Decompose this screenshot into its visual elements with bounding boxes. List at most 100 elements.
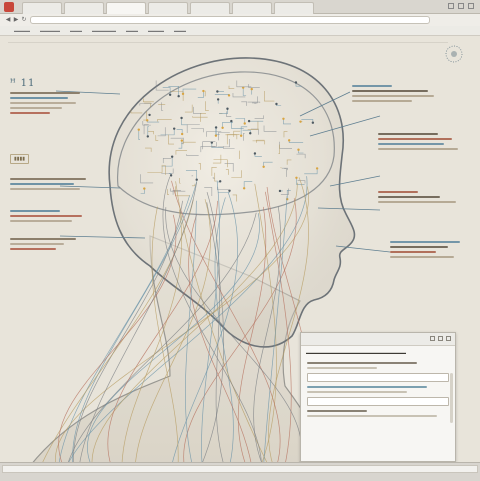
- minimize-icon[interactable]: [448, 3, 454, 9]
- circuit-node: [181, 139, 183, 141]
- right-annotation-4: [390, 238, 466, 261]
- back-icon[interactable]: ◀: [4, 16, 12, 24]
- circuit-node: [217, 98, 219, 100]
- note-line: [390, 241, 460, 243]
- bookmark[interactable]: ▬▬▬▬▬▬: [92, 26, 116, 35]
- circuit-node: [244, 122, 246, 124]
- circuit-node: [251, 88, 253, 90]
- circuit-node: [295, 177, 297, 179]
- note-line: [10, 215, 82, 217]
- note-line: [378, 191, 418, 193]
- compass-icon: [442, 42, 466, 66]
- tab-5[interactable]: [190, 2, 230, 14]
- popup-heading: ▬▬▬▬▬▬▬▬▬▬▬▬▬▬▬▬▬▬▬▬▬▬▬▬▬: [301, 346, 455, 359]
- circuit-node: [180, 117, 182, 119]
- note-line: [10, 220, 72, 222]
- tag-box: ▮▮▮▮: [10, 154, 29, 164]
- circuit-node: [146, 119, 148, 121]
- popup-line: [307, 367, 377, 369]
- circuit-node: [182, 93, 184, 95]
- circuit-node: [143, 187, 145, 189]
- circuit-node: [147, 135, 149, 137]
- note-line: [390, 246, 448, 248]
- circuit-node: [202, 90, 204, 92]
- status-bar: [0, 462, 480, 481]
- circuit-node: [138, 128, 140, 130]
- horizontal-scrollbar[interactable]: [2, 465, 478, 473]
- note-line: [10, 238, 76, 240]
- circuit-node: [254, 152, 256, 154]
- note-line: [352, 85, 392, 87]
- tab-4[interactable]: [148, 2, 188, 14]
- popup-titlebar[interactable]: [301, 333, 455, 346]
- right-annotation-3: [378, 188, 458, 206]
- tab-6[interactable]: [232, 2, 272, 14]
- circuit-node: [219, 180, 221, 182]
- note-line: [390, 251, 436, 253]
- popup-scrollbar[interactable]: [450, 373, 453, 423]
- circuit-node: [216, 90, 218, 92]
- tab-1[interactable]: [22, 2, 62, 14]
- reference-mark: ꟸ 11: [10, 78, 100, 89]
- address-bar[interactable]: [30, 16, 430, 24]
- note-line: [10, 243, 64, 245]
- note-line: [352, 95, 434, 97]
- popup-line: [307, 386, 427, 388]
- popup-line: [307, 410, 367, 412]
- circuit-node: [181, 133, 183, 135]
- circuit-node: [196, 178, 198, 180]
- circuit-node: [295, 81, 297, 83]
- note-line: [378, 196, 440, 198]
- reload-icon[interactable]: ↻: [20, 16, 28, 24]
- circuit-node: [299, 120, 301, 122]
- note-line: [352, 100, 412, 102]
- minimize-icon[interactable]: [430, 336, 435, 341]
- tab-3[interactable]: [106, 2, 146, 14]
- bookmark[interactable]: ▬▬▬: [70, 26, 82, 35]
- note-line: [10, 210, 60, 212]
- left-annotations: ꟸ 11 ▮▮▮▮: [10, 78, 100, 253]
- close-icon[interactable]: [446, 336, 451, 341]
- note-line: [10, 107, 62, 109]
- bookmark[interactable]: ▬▬▬▬: [148, 26, 164, 35]
- note-line: [390, 256, 454, 258]
- circuit-node: [282, 118, 284, 120]
- note-line: [352, 90, 428, 92]
- circuit-node: [249, 132, 251, 134]
- circuit-node: [297, 149, 299, 151]
- circuit-node: [316, 167, 318, 169]
- circuit-node: [226, 108, 228, 110]
- bookmark[interactable]: ▬▬▬▬▬: [40, 26, 60, 35]
- circuit-node: [221, 127, 223, 129]
- circuit-node: [262, 166, 264, 168]
- bookmark[interactable]: ▬▬▬: [126, 26, 138, 35]
- app-window: ◀ ▶ ↻ ▬▬▬▬ ▬▬▬▬▬ ▬▬▬ ▬▬▬▬▬▬ ▬▬▬ ▬▬▬▬ ▬▬▬: [0, 0, 480, 480]
- popup-field[interactable]: [307, 397, 449, 406]
- tab-2[interactable]: [64, 2, 104, 14]
- tab-7[interactable]: [274, 2, 314, 14]
- close-icon[interactable]: [468, 3, 474, 9]
- popup-field[interactable]: [307, 373, 449, 382]
- popup-window[interactable]: ▬▬▬▬▬▬▬▬▬▬▬▬▬▬▬▬▬▬▬▬▬▬▬▬▬: [300, 332, 456, 462]
- bookmark[interactable]: ▬▬▬: [174, 26, 186, 35]
- circuit-node: [171, 156, 173, 158]
- circuit-node: [288, 139, 290, 141]
- circuit-node: [169, 94, 171, 96]
- circuit-node: [228, 94, 230, 96]
- note-line: [10, 183, 74, 185]
- note-line: [378, 143, 444, 145]
- popup-line: [307, 362, 417, 364]
- note-line: [378, 148, 458, 150]
- circuit-node: [275, 103, 277, 105]
- maximize-icon[interactable]: [438, 336, 443, 341]
- circuit-node: [312, 122, 314, 124]
- forward-icon[interactable]: ▶: [12, 16, 20, 24]
- note-line: [10, 92, 80, 94]
- maximize-icon[interactable]: [458, 3, 464, 9]
- note-line: [378, 201, 456, 203]
- circuit-node: [148, 114, 150, 116]
- circuit-node: [230, 120, 232, 122]
- popup-line: [307, 391, 407, 393]
- app-icon: [4, 2, 14, 12]
- bookmark[interactable]: ▬▬▬▬: [14, 26, 30, 35]
